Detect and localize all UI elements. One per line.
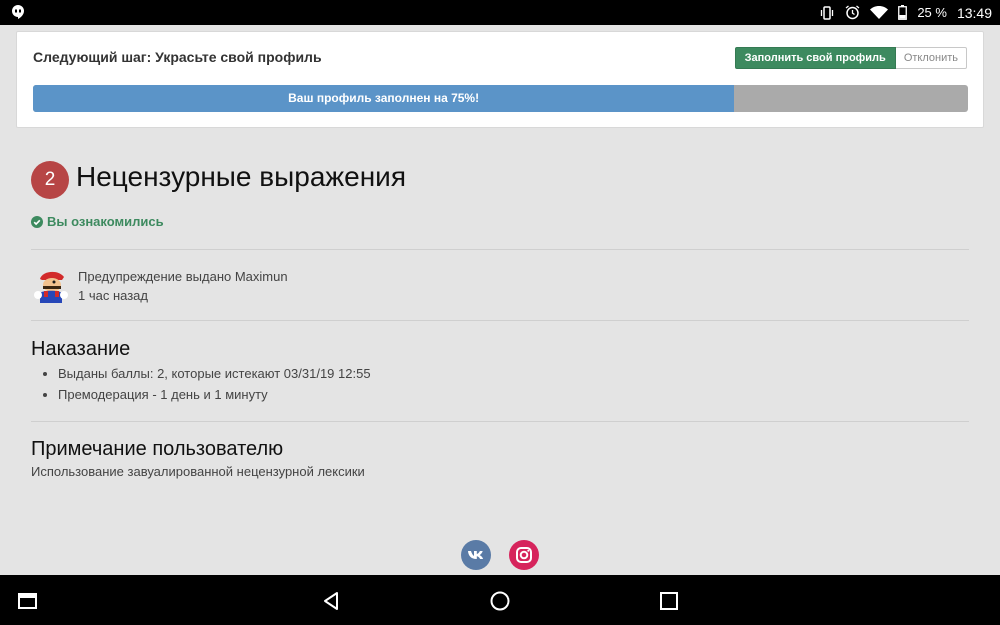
battery-icon <box>898 5 908 20</box>
user-note-text: Использование завуалированной нецензурно… <box>31 464 365 479</box>
back-icon[interactable] <box>320 590 342 612</box>
warning-title: Нецензурные выражения <box>76 161 406 192</box>
vibrate-icon <box>821 5 834 20</box>
warning-points-badge: 2 <box>31 161 69 199</box>
penalty-list: Выданы баллы: 2, которые истекают 03/31/… <box>58 363 371 405</box>
fill-profile-button[interactable]: Заполнить свой профиль <box>734 47 896 69</box>
issued-time: 1 час назад <box>78 288 148 303</box>
profile-completion-card: Следующий шаг: Украсьте свой профиль Зап… <box>16 31 984 128</box>
home-icon[interactable] <box>489 590 511 612</box>
profile-card-actions: Заполнить свой профиль Отклонить <box>734 47 967 69</box>
battery-percent: 25 % <box>917 5 947 20</box>
vk-icon[interactable] <box>461 540 491 570</box>
divider <box>31 421 969 422</box>
profile-progress-text: Ваш профиль заполнен на 75%! <box>288 91 480 105</box>
divider <box>31 320 969 321</box>
acknowledged-text: Вы ознакомились <box>47 214 164 229</box>
user-note-title: Примечание пользователю <box>31 438 284 460</box>
list-item: Выданы баллы: 2, которые истекают 03/31/… <box>58 363 371 384</box>
profile-card-title: Следующий шаг: Украсьте свой профиль <box>33 49 322 65</box>
penalty-title: Наказание <box>31 338 131 360</box>
profile-progress-bar: Ваш профиль заполнен на 75%! <box>33 85 968 112</box>
dismiss-button[interactable]: Отклонить <box>895 47 967 69</box>
status-bar: 25 % 13:49 <box>0 0 1000 25</box>
navigation-bar <box>0 575 1000 625</box>
alarm-icon <box>845 5 860 20</box>
wifi-icon <box>870 5 889 19</box>
list-item: Премодерация - 1 день и 1 минуту <box>58 384 371 405</box>
avatar[interactable] <box>32 265 70 303</box>
hangouts-notification-icon <box>12 5 24 19</box>
warning-issuer: Предупреждение выдано Maximun 1 час наза… <box>78 267 288 305</box>
instagram-icon[interactable] <box>509 540 539 570</box>
overview-icon[interactable] <box>658 590 680 612</box>
divider <box>31 249 969 250</box>
check-circle-icon <box>31 215 43 228</box>
recent-apps-window-icon[interactable] <box>17 590 39 612</box>
clock: 13:49 <box>956 4 992 21</box>
issued-by-text: Предупреждение выдано Maximun <box>78 269 288 284</box>
acknowledged-status: Вы ознакомились <box>31 214 164 229</box>
